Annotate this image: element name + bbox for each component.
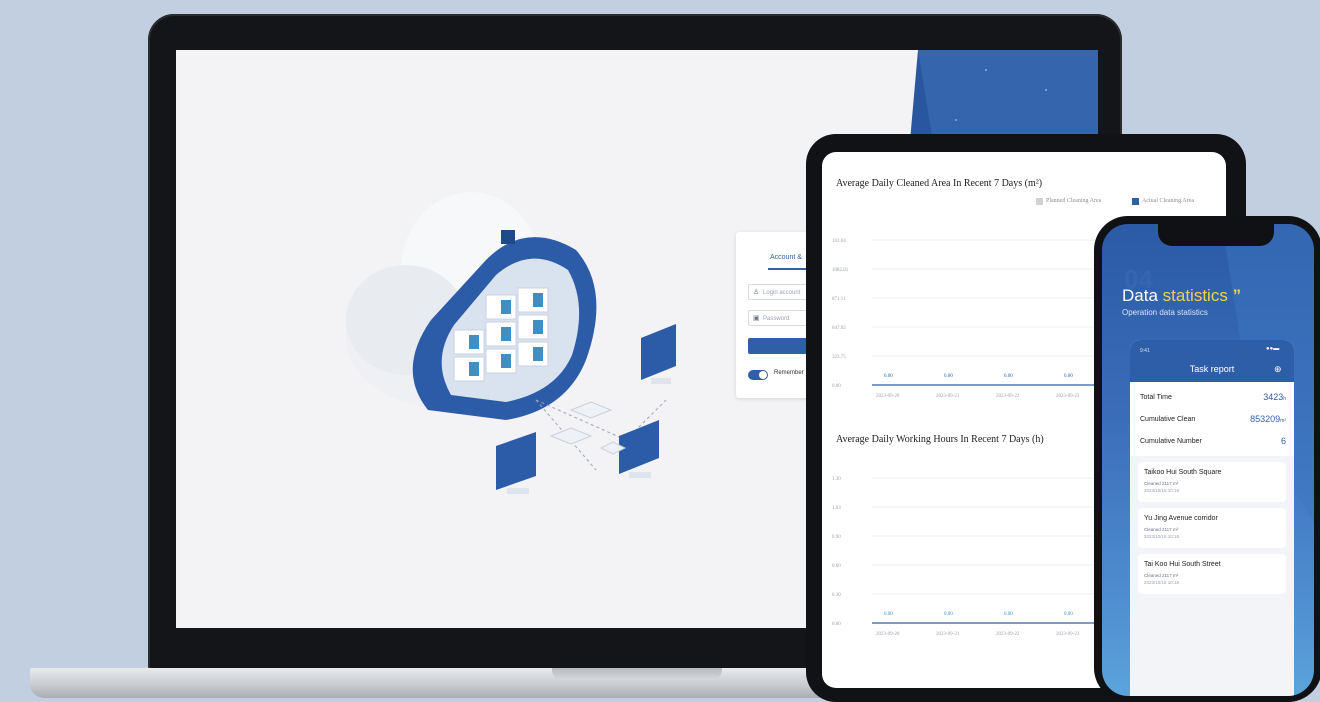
stat-label-cumulative-number: Cumulative Number bbox=[1140, 438, 1202, 445]
location-date: 2023/10/18 10:18 bbox=[1144, 488, 1180, 493]
x-tick-label: 2023-09-23 bbox=[1056, 394, 1080, 399]
legend-actual-swatch bbox=[1132, 198, 1139, 205]
task-report-card: 9:41 ●●▬ Task report ⊕ Total Time 3423h … bbox=[1130, 340, 1294, 696]
phone-notch bbox=[1158, 222, 1274, 246]
remember-label: Remember bbox=[774, 370, 804, 376]
quote-mark-icon: ” bbox=[1232, 286, 1242, 305]
x-tick-label: 2023-09-22 bbox=[996, 394, 1020, 399]
task-report-header: 9:41 ●●▬ Task report ⊕ bbox=[1130, 340, 1294, 382]
y-tick-label: 0.90 bbox=[832, 535, 841, 540]
hours-chart-title: Average Daily Working Hours In Recent 7 … bbox=[836, 434, 1044, 445]
signal-icons: ●●▬ bbox=[1266, 346, 1280, 352]
y-tick-label: 1082.81 bbox=[832, 268, 849, 273]
location-detail: Cleaned 2117 m² bbox=[1144, 573, 1179, 578]
stat-label-total-time: Total Time bbox=[1140, 394, 1172, 401]
y-tick-label: 323.75 bbox=[832, 355, 846, 360]
stat-value-total-time: 3423h bbox=[1263, 392, 1286, 402]
location-detail: Cleaned 2117 m² bbox=[1144, 481, 1179, 486]
area-chart-title: Average Daily Cleaned Area In Recent 7 D… bbox=[836, 178, 1043, 189]
x-tick-label: 2023-09-20 bbox=[876, 632, 900, 637]
data-value-label: 0.00 bbox=[1064, 612, 1073, 617]
data-value-label: 0.00 bbox=[884, 612, 893, 617]
stat-value-cumulative-clean: 853209m² bbox=[1250, 414, 1286, 424]
phone-screen: 04 Data statistics ” Operation data stat… bbox=[1102, 224, 1314, 696]
y-tick-label: 0.30 bbox=[832, 593, 841, 598]
location-date: 2023/10/18 10:18 bbox=[1144, 580, 1180, 585]
monitor-icons bbox=[496, 324, 676, 494]
location-name: Tai Koo Hui South Street bbox=[1144, 561, 1221, 568]
password-placeholder: Password bbox=[763, 316, 790, 322]
remember-toggle[interactable] bbox=[748, 370, 768, 380]
status-time: 9:41 bbox=[1140, 348, 1150, 354]
y-tick-label: 103.04 bbox=[832, 239, 846, 244]
y-tick-label: 871.11 bbox=[832, 297, 846, 302]
user-icon: ♙ bbox=[753, 289, 760, 296]
y-tick-label: 1.03 bbox=[832, 506, 841, 511]
data-statistics-subtitle: Operation data statistics bbox=[1122, 308, 1208, 317]
stat-label-cumulative-clean: Cumulative Clean bbox=[1140, 416, 1196, 423]
location-card-2[interactable]: Yu Jing Avenue corridor Cleaned 2117 m² … bbox=[1138, 508, 1286, 548]
toggle-knob bbox=[759, 371, 767, 379]
x-tick-label: 2023-09-21 bbox=[936, 632, 960, 637]
x-tick-label: 2023-09-22 bbox=[996, 632, 1020, 637]
legend-actual-label: Actual Cleaning Area bbox=[1142, 198, 1194, 204]
data-value-label: 0.00 bbox=[1004, 612, 1013, 617]
data-value-label: 0.00 bbox=[1064, 374, 1073, 379]
location-name: Yu Jing Avenue corridor bbox=[1144, 515, 1218, 522]
title-accent: statistics bbox=[1162, 286, 1228, 305]
location-card-3[interactable]: Tai Koo Hui South Street Cleaned 2117 m²… bbox=[1138, 554, 1286, 594]
location-date: 2023/10/18 10:18 bbox=[1144, 534, 1180, 539]
data-statistics-title: Data statistics ” bbox=[1122, 286, 1241, 306]
stat-value-cumulative-number: 6 bbox=[1280, 436, 1286, 446]
x-tick-label: 2023-09-20 bbox=[876, 394, 900, 399]
y-tick-label: 1.30 bbox=[832, 477, 841, 482]
lock-icon: ▣ bbox=[753, 315, 760, 322]
y-tick-label: 0.60 bbox=[832, 564, 841, 569]
data-value-label: 0.00 bbox=[884, 374, 893, 379]
data-value-label: 0.00 bbox=[944, 612, 953, 617]
y-tick-label: 647.92 bbox=[832, 326, 846, 331]
task-report-title: Task report bbox=[1189, 364, 1235, 374]
location-name: Taikoo Hui South Square bbox=[1144, 469, 1222, 476]
account-placeholder: Login account bbox=[763, 290, 801, 296]
legend-planned-label: Planned Cleaning Area bbox=[1046, 198, 1102, 204]
location-detail: Cleaned 2117 m² bbox=[1144, 527, 1179, 532]
title-main: Data bbox=[1122, 286, 1158, 305]
location-card-1[interactable]: Taikoo Hui South Square Cleaned 2117 m² … bbox=[1138, 462, 1286, 502]
options-icon[interactable]: ⊕ bbox=[1274, 364, 1282, 375]
y-tick-label: 0.00 bbox=[832, 622, 841, 627]
laptop-opening-notch bbox=[552, 668, 722, 680]
legend-planned-swatch bbox=[1036, 198, 1043, 205]
data-value-label: 0.00 bbox=[944, 374, 953, 379]
x-tick-label: 2023-09-21 bbox=[936, 394, 960, 399]
x-tick-label: 2023-09-23 bbox=[1056, 632, 1080, 637]
data-value-label: 0.00 bbox=[1004, 374, 1013, 379]
account-login-tab[interactable]: Account & bbox=[770, 254, 802, 261]
y-tick-label: 0.00 bbox=[832, 384, 841, 389]
